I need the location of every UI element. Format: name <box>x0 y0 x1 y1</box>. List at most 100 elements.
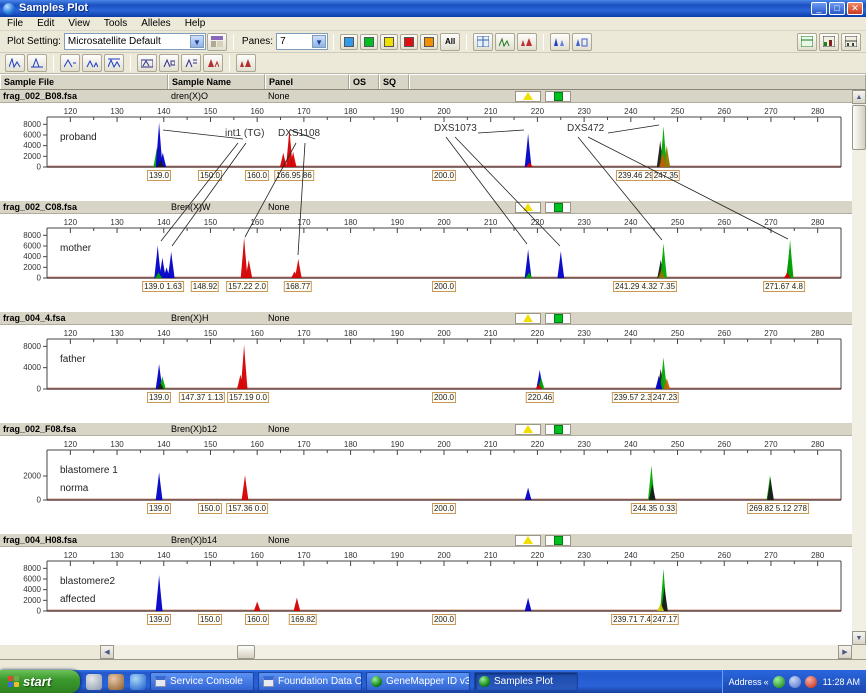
show-table-button[interactable] <box>797 33 817 51</box>
pane-plot[interactable]: 1201301401501601701801902002102202302402… <box>0 325 852 423</box>
taskbar-button-service-console[interactable]: Service Console <box>150 672 254 691</box>
warning-triangle-icon <box>523 536 533 544</box>
electropherogram-plot[interactable]: 1201301401501601701801902002102202302402… <box>0 547 852 645</box>
horizontal-scroll-track[interactable]: ◀ ▶ <box>100 645 852 659</box>
label-peaks-button[interactable] <box>181 54 201 72</box>
report-button[interactable] <box>236 54 256 72</box>
pane-header[interactable]: frag_002_B08.fsa dren(X)O None <box>0 90 852 103</box>
zoom-out-x-button[interactable] <box>82 54 102 72</box>
analyzed-data-plot-button[interactable] <box>517 33 537 51</box>
electropherogram-plot[interactable]: 1201301401501601701801902002102202302402… <box>0 325 852 423</box>
raw-data-plot-button[interactable] <box>495 33 515 51</box>
quick-launch-browser-icon[interactable] <box>130 674 146 690</box>
os-flag[interactable] <box>515 91 541 102</box>
sq-flag[interactable] <box>545 313 571 324</box>
scroll-up-button[interactable]: ▲ <box>852 90 866 104</box>
sizing-table-button[interactable] <box>473 33 493 51</box>
sq-flag[interactable] <box>545 424 571 435</box>
close-button[interactable]: ✕ <box>847 2 863 15</box>
pan-button[interactable] <box>104 54 124 72</box>
pane-plot[interactable]: 1201301401501601701801902002102202302402… <box>0 214 852 312</box>
dye-blue-button[interactable] <box>340 34 358 50</box>
mark-offscale-button[interactable] <box>203 54 223 72</box>
taskbar-button-genemapper-id-v3-2-[interactable]: GeneMapper ID v3.2 ... <box>366 672 470 691</box>
edit-plot-setting-button[interactable] <box>207 33 227 51</box>
sq-flag[interactable] <box>545 202 571 213</box>
menu-file[interactable]: File <box>0 18 30 29</box>
scroll-left-button[interactable]: ◀ <box>100 645 114 659</box>
chevron-icon[interactable]: « <box>764 677 769 687</box>
svg-text:4000: 4000 <box>23 585 41 594</box>
start-button[interactable]: start <box>0 670 80 693</box>
tray-alert-icon[interactable] <box>805 676 817 688</box>
sq-flag[interactable] <box>545 91 571 102</box>
scroll-right-button[interactable]: ▶ <box>838 645 852 659</box>
panes-select[interactable]: 7 ▼ <box>276 33 328 50</box>
pane-header[interactable]: frag_002_C08.fsa Bren(X)W None <box>0 201 852 214</box>
pane-header[interactable]: frag_004_4.fsa Bren(X)H None <box>0 312 852 325</box>
pane-plot[interactable]: 1201301401501601701801902002102202302402… <box>0 103 852 201</box>
os-flag[interactable] <box>515 313 541 324</box>
menu-view[interactable]: View <box>61 18 97 29</box>
tray-volume-icon[interactable] <box>789 676 801 688</box>
quick-launch-desktop-icon[interactable] <box>86 674 102 690</box>
sample-panel: None <box>265 313 349 323</box>
svg-text:250: 250 <box>671 329 685 338</box>
overlay-panes-button[interactable] <box>550 33 570 51</box>
pane-header[interactable]: frag_002_F08.fsa Bren(X)b12 None <box>0 423 852 436</box>
pane-header[interactable]: frag_004_H08.fsa Bren(X)b14 None <box>0 534 852 547</box>
dye-red-button[interactable] <box>400 34 418 50</box>
svg-text:210: 210 <box>484 218 498 227</box>
chevron-down-icon: ▼ <box>190 35 204 48</box>
menu-tools[interactable]: Tools <box>97 18 134 29</box>
split-view-button[interactable] <box>841 33 861 51</box>
column-os[interactable]: OS <box>349 74 379 89</box>
plot-setting-select[interactable]: Microsatellite Default ▼ <box>64 33 206 50</box>
vertical-scrollbar[interactable]: ▲ ▼ <box>852 90 866 645</box>
sample-panel: None <box>265 91 349 101</box>
column-sample-name[interactable]: Sample Name <box>168 74 265 89</box>
column-sample-file[interactable]: Sample File <box>0 74 168 89</box>
quick-launch-app-icon[interactable] <box>108 674 124 690</box>
electropherogram-plot[interactable]: 1201301401501601701801902002102202302402… <box>0 214 852 312</box>
vertical-scroll-thumb[interactable] <box>852 105 866 150</box>
dye-orange-button[interactable] <box>420 34 438 50</box>
svg-text:190: 190 <box>391 107 405 116</box>
all-dyes-button[interactable]: All <box>440 33 460 51</box>
menu-help[interactable]: Help <box>178 18 213 29</box>
show-genotypes-button[interactable] <box>137 54 157 72</box>
minimize-button[interactable]: _ <box>811 2 827 15</box>
horizontal-scrollbar[interactable]: ◀ ▶ <box>0 645 866 659</box>
svg-text:280: 280 <box>811 107 825 116</box>
svg-text:280: 280 <box>811 329 825 338</box>
tray-status-icon[interactable] <box>773 676 785 688</box>
os-flag[interactable] <box>515 202 541 213</box>
tile-panes-button[interactable] <box>572 33 592 51</box>
zoom-in-x-button[interactable] <box>60 54 80 72</box>
taskbar-button-foundation-data-coll-[interactable]: Foundation Data Coll... <box>258 672 362 691</box>
taskbar-button-samples-plot[interactable]: Samples Plot <box>474 672 578 691</box>
zoom-to-peaks-button[interactable] <box>27 54 47 72</box>
show-sizes-button[interactable] <box>159 54 179 72</box>
show-plot-button[interactable] <box>819 33 839 51</box>
full-view-button[interactable] <box>5 54 25 72</box>
menu-alleles[interactable]: Alleles <box>134 18 177 29</box>
sq-flag[interactable] <box>545 535 571 546</box>
title-bar[interactable]: Samples Plot _ □ ✕ <box>0 0 866 17</box>
column-panel[interactable]: Panel <box>265 74 349 89</box>
pane-plot[interactable]: 1201301401501601701801902002102202302402… <box>0 547 852 645</box>
electropherogram-plot[interactable]: 1201301401501601701801902002102202302402… <box>0 436 852 534</box>
os-flag[interactable] <box>515 535 541 546</box>
dye-green-button[interactable] <box>360 34 378 50</box>
column-sq[interactable]: SQ <box>379 74 409 89</box>
svg-text:140: 140 <box>157 218 171 227</box>
electropherogram-plot[interactable]: 1201301401501601701801902002102202302402… <box>0 103 852 201</box>
pane-plot[interactable]: 1201301401501601701801902002102202302402… <box>0 436 852 534</box>
os-flag[interactable] <box>515 424 541 435</box>
menu-edit[interactable]: Edit <box>30 18 61 29</box>
maximize-button[interactable]: □ <box>829 2 845 15</box>
svg-text:160: 160 <box>250 551 264 560</box>
horizontal-scroll-thumb[interactable] <box>237 645 255 659</box>
dye-yellow-button[interactable] <box>380 34 398 50</box>
scroll-down-button[interactable]: ▼ <box>852 631 866 645</box>
